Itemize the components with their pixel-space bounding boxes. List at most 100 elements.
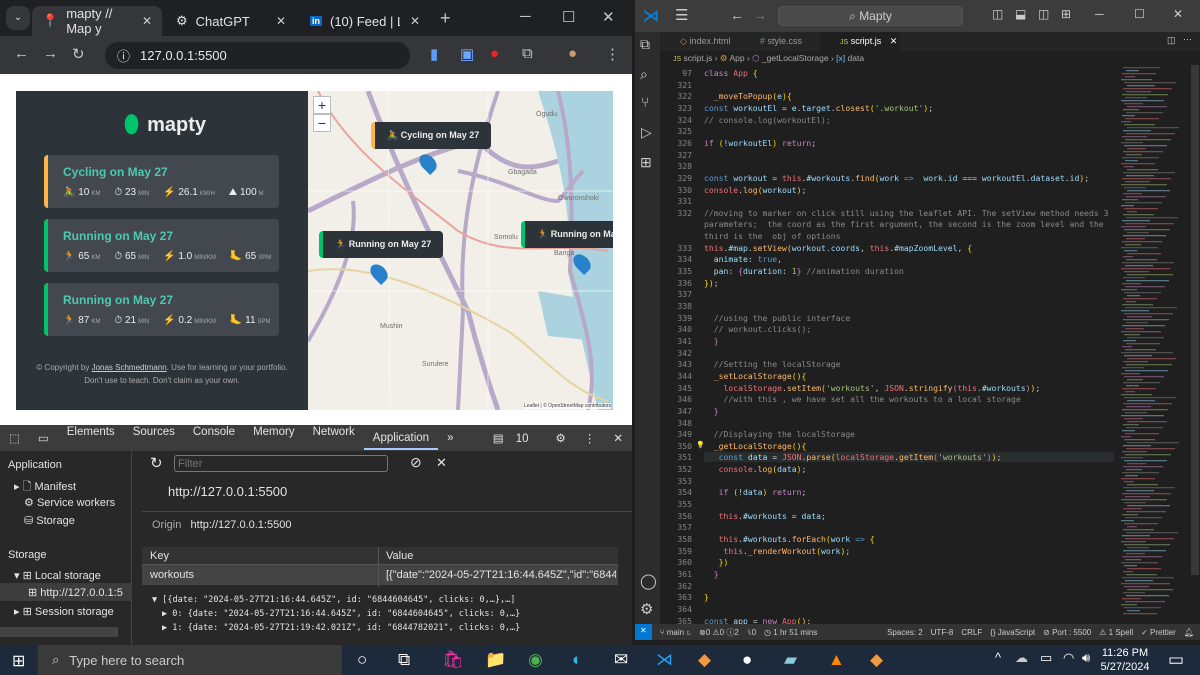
source-control-icon[interactable]: ⑂ bbox=[641, 94, 649, 110]
battery-icon[interactable]: ▭ bbox=[1040, 650, 1052, 666]
code-line[interactable]: //Displaying the localStorage bbox=[704, 429, 855, 439]
devtools-tab-console[interactable]: Console bbox=[184, 426, 244, 450]
close-tab-icon[interactable]: ✕ bbox=[276, 14, 286, 28]
sidebar-item-local-storage[interactable]: ▾ ⊞ Local storage bbox=[14, 569, 101, 582]
code-line[interactable]: console.log(data); bbox=[704, 464, 807, 474]
close-window-icon[interactable]: ✕ bbox=[1173, 7, 1183, 21]
filter-input[interactable] bbox=[174, 455, 388, 472]
preview-line[interactable]: ▶ 1: {date: "2024-05-27T21:19:42.021Z", … bbox=[152, 621, 520, 635]
remote-icon[interactable]: ✕ bbox=[635, 624, 652, 640]
code-line[interactable]: pan: {duration: 1} //animation duration bbox=[704, 266, 904, 276]
workout-popup[interactable]: 🏃 Running on May bbox=[521, 221, 613, 248]
code-editor[interactable]: 97 class App {321 322 _moveToPopup(e){323 c… bbox=[660, 65, 1115, 626]
live-server-item[interactable]: ⊘ Port : 5500 bbox=[1043, 628, 1091, 637]
preview-line[interactable]: ▶ 0: {date: "2024-05-27T21:16:44.645Z", … bbox=[152, 607, 520, 621]
forward-icon[interactable]: → bbox=[43, 45, 58, 62]
devtools-tab-network[interactable]: Network bbox=[304, 426, 364, 450]
spell-item[interactable]: ⚠ 1 Spell bbox=[1099, 628, 1133, 637]
code-line[interactable]: //Setting the localStorage bbox=[704, 359, 841, 369]
problems-item[interactable]: ⊗0 ⚠0 ⓘ2 bbox=[699, 627, 739, 638]
maximize-icon[interactable]: ☐ bbox=[1134, 7, 1145, 21]
zoom-out-button[interactable]: − bbox=[313, 114, 331, 132]
devtools-tab-memory[interactable]: Memory bbox=[244, 426, 304, 450]
adblock-icon[interactable]: ● bbox=[490, 45, 499, 62]
more-actions-icon[interactable]: ⋯ bbox=[1183, 34, 1192, 45]
code-line[interactable]: this.#map.setView(workout.coords, this.#… bbox=[704, 243, 972, 253]
file-explorer-icon[interactable]: 📁 bbox=[485, 650, 506, 670]
code-line[interactable]: this.#workouts = data; bbox=[704, 511, 826, 521]
toggle-secondary-sidebar-icon[interactable]: ◫ bbox=[1038, 7, 1049, 21]
row-key[interactable]: workouts bbox=[150, 569, 194, 581]
address-bar[interactable]: ⓘ 127.0.0.1:5500 bbox=[105, 42, 410, 69]
sidebar-item-manifest[interactable]: ▸ 🗋 Manifest bbox=[14, 478, 76, 497]
account-icon[interactable]: ◯ bbox=[640, 572, 657, 590]
code-line[interactable]: } bbox=[704, 592, 709, 602]
extensions-icon[interactable]: ⊞ bbox=[640, 154, 652, 171]
breadcrumb-item[interactable]: script.js bbox=[684, 53, 713, 63]
maximize-icon[interactable]: ☐ bbox=[562, 8, 575, 26]
horizontal-scrollbar[interactable] bbox=[0, 627, 118, 637]
close-tab-icon[interactable]: ✕ bbox=[142, 14, 152, 28]
close-devtools-icon[interactable]: ✕ bbox=[604, 431, 632, 445]
menu-icon[interactable]: ☰ bbox=[675, 6, 688, 24]
workout-card[interactable]: Running on May 27 🏃 87 km ⏱ 21 min ⚡ 0.2 min/k… bbox=[44, 283, 279, 336]
toggle-sidebar-icon[interactable]: ◫ bbox=[992, 7, 1003, 21]
action-center-icon[interactable]: ▭ bbox=[1168, 650, 1184, 670]
device-toolbar-icon[interactable]: ▭ bbox=[29, 431, 58, 445]
notifications-bell-icon[interactable]: 🔔︎ bbox=[1184, 628, 1194, 637]
lightbulb-icon[interactable]: 💡 bbox=[696, 441, 705, 449]
code-line[interactable]: _moveToPopup(e){ bbox=[704, 91, 792, 101]
manage-gear-icon[interactable]: ⚙ bbox=[640, 600, 653, 618]
workout-popup[interactable]: 🏃 Running on May 27 bbox=[319, 231, 444, 258]
language-mode[interactable]: {} JavaScript bbox=[990, 628, 1035, 637]
avatar[interactable]: ● bbox=[568, 45, 577, 62]
close-window-icon[interactable]: ✕ bbox=[602, 8, 615, 26]
command-center[interactable]: ⌕ Mapty bbox=[778, 6, 963, 26]
code-line[interactable]: } bbox=[704, 569, 719, 579]
tab-linkedin[interactable]: in (10) Feed | Link ✕ bbox=[300, 6, 430, 36]
workout-card[interactable]: Running on May 27 🏃 65 km ⏱ 65 min ⚡ 1.0 min/k… bbox=[44, 219, 279, 272]
vscode-icon[interactable]: ⋊ bbox=[656, 650, 673, 670]
tab-style-css[interactable]: # style.css bbox=[740, 32, 820, 51]
breadcrumb-item[interactable]: _getLocalStorage bbox=[762, 53, 829, 63]
code-line[interactable]: console.log(workout); bbox=[704, 185, 806, 195]
issues-badge[interactable]: ▤ 10 bbox=[484, 431, 547, 445]
code-line[interactable]: // workout.clicks(); bbox=[704, 324, 811, 334]
windows-start-icon[interactable]: ⊞ bbox=[12, 651, 25, 671]
volume-icon[interactable]: 🔊︎ bbox=[1082, 650, 1090, 666]
indentation[interactable]: Spaces: 2 bbox=[887, 628, 923, 637]
chrome-icon[interactable]: ◉ bbox=[528, 650, 543, 670]
code-line[interactable]: _getLocalStorage(){ bbox=[704, 441, 807, 451]
code-line[interactable]: this.#workouts.forEach(work => { bbox=[704, 534, 875, 544]
task-view-icon[interactable]: ⧉ bbox=[398, 650, 410, 670]
vertical-scrollbar[interactable] bbox=[1191, 65, 1199, 575]
code-line[interactable]: }) bbox=[704, 557, 729, 567]
sidebar-item-service-workers[interactable]: ⚙ Service workers bbox=[24, 496, 115, 509]
explorer-icon[interactable]: ⧉ bbox=[640, 36, 650, 53]
sidebar-item-local-origin[interactable]: ⊞ http://127.0.0.1:5 bbox=[0, 583, 132, 601]
search-icon[interactable]: ⌕ bbox=[640, 66, 648, 83]
branch-item[interactable]: ⑂ main ↻ bbox=[660, 628, 691, 637]
back-icon[interactable]: ← bbox=[14, 45, 29, 62]
code-line[interactable]: // console.log(workoutEl); bbox=[704, 115, 831, 125]
leaflet-map[interactable]: Ogudu Gbagada Mushin Somolu Surulere Bar… bbox=[308, 91, 613, 410]
run-debug-icon[interactable]: ▷ bbox=[641, 124, 652, 141]
devtools-tab-sources[interactable]: Sources bbox=[124, 426, 184, 450]
more-tabs-icon[interactable]: » bbox=[438, 432, 462, 444]
delete-selected-icon[interactable]: ✕ bbox=[436, 455, 447, 471]
code-line[interactable]: //using the public interface bbox=[704, 313, 850, 323]
row-value[interactable]: [{"date":"2024-05-27T21:16:44.645Z","id"… bbox=[386, 569, 616, 581]
code-line[interactable]: //moving to marker on click still using … bbox=[704, 208, 1108, 218]
customize-layout-icon[interactable]: ⊞ bbox=[1061, 7, 1071, 21]
extensions-puzzle-icon[interactable]: ⧉ bbox=[522, 45, 533, 62]
sidebar-item-storage[interactable]: ⛁ Storage bbox=[24, 514, 75, 527]
close-tab-icon[interactable]: ✕ bbox=[410, 14, 420, 28]
code-line[interactable]: third is the obj of options bbox=[704, 231, 840, 241]
minimize-icon[interactable]: ─ bbox=[520, 8, 531, 25]
inspect-icon[interactable]: ⬚ bbox=[0, 431, 29, 445]
code-line[interactable]: class App { bbox=[704, 68, 758, 78]
code-line[interactable]: if (!data) return; bbox=[704, 487, 807, 497]
encoding[interactable]: UTF-8 bbox=[931, 628, 954, 637]
time-tracker[interactable]: ◷ 1 hr 51 mins bbox=[764, 628, 817, 637]
code-line[interactable]: const data = JSON.parse(localStorage.get… bbox=[704, 452, 1114, 463]
